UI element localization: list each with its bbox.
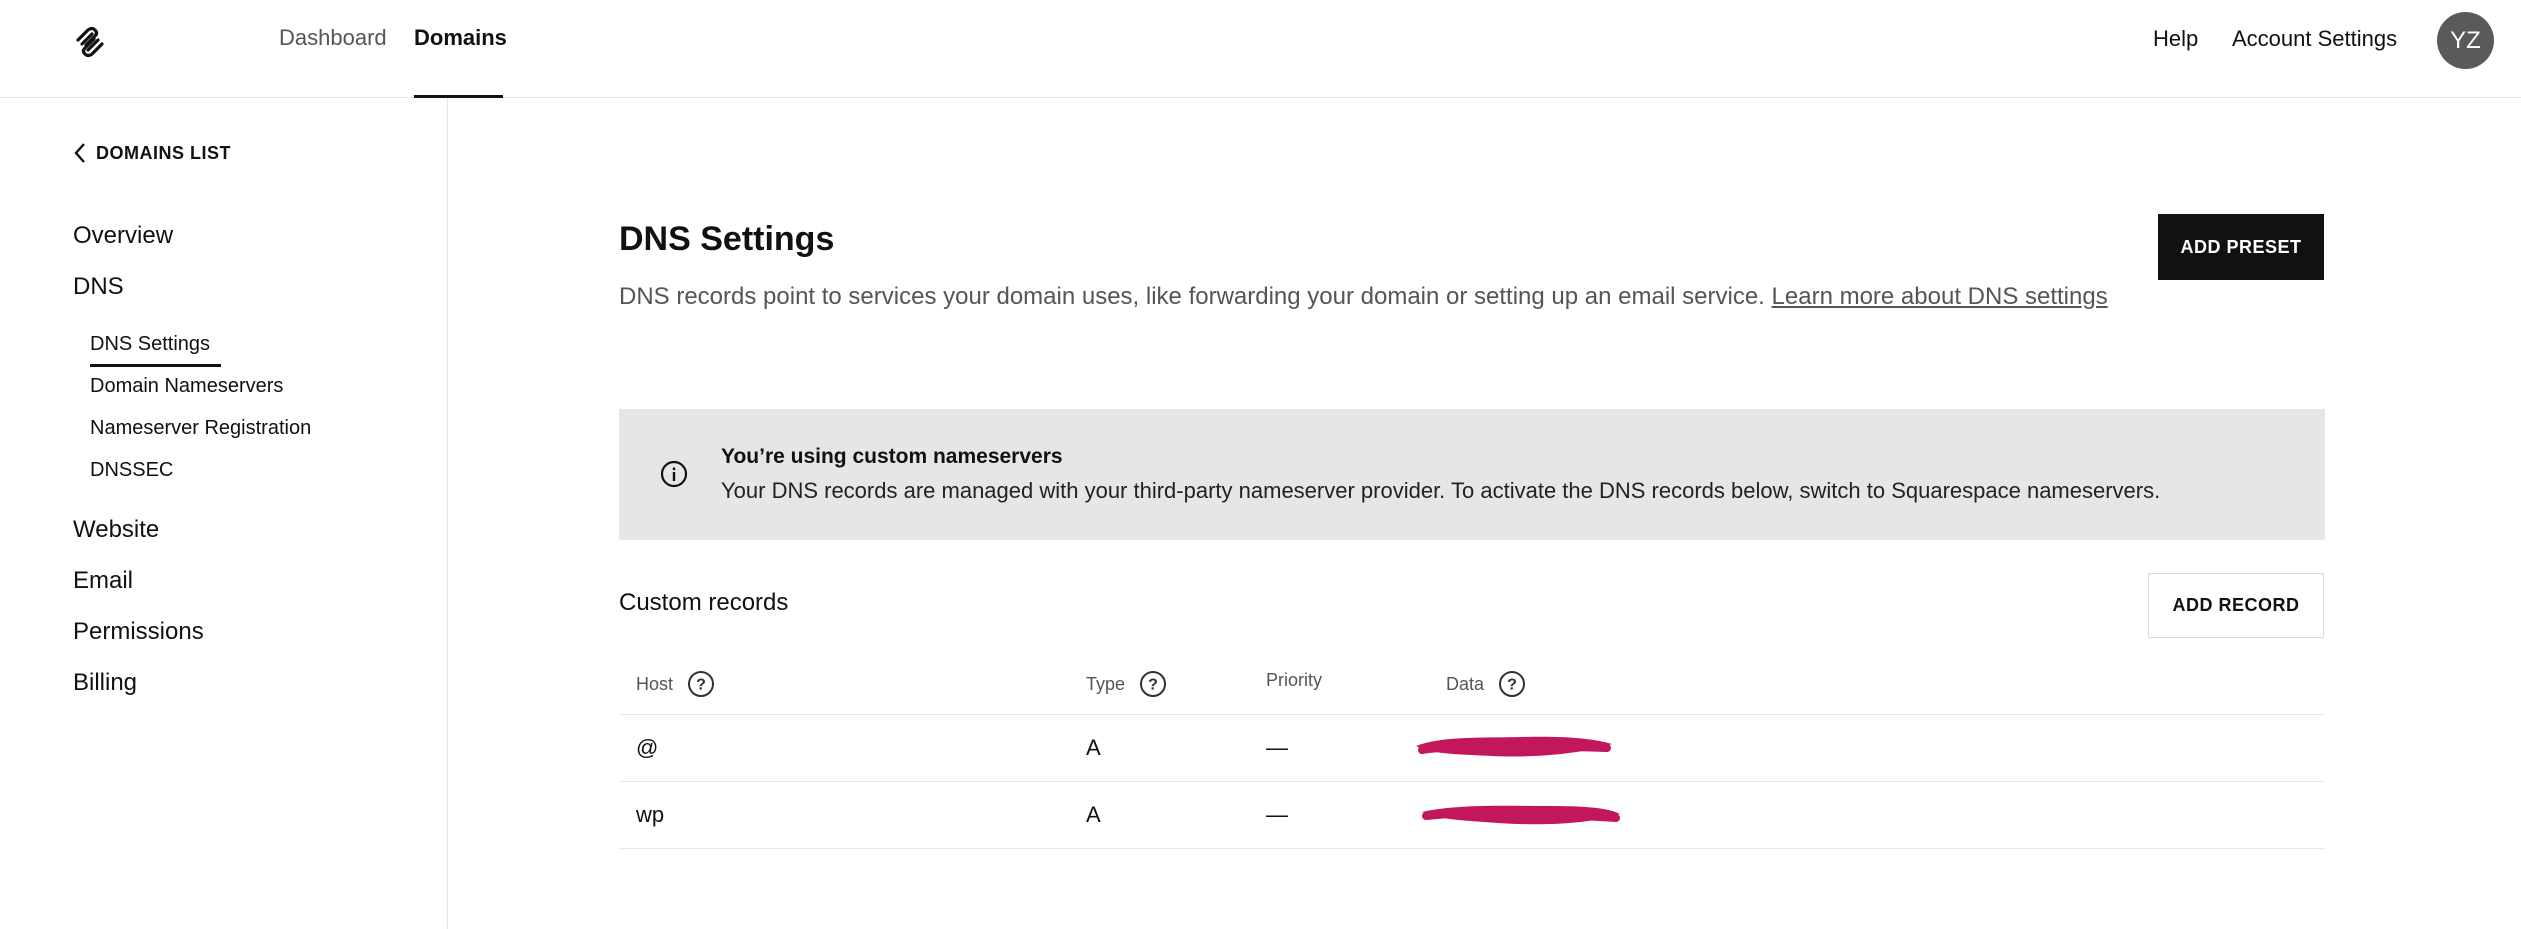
avatar[interactable]: YZ — [2437, 12, 2494, 69]
svg-text:?: ? — [696, 677, 706, 694]
top-navigation-bar: Dashboard Domains Help Account Settings … — [0, 0, 2521, 98]
custom-records-title: Custom records — [619, 589, 789, 616]
sidebar: DOMAINS LIST Overview DNS DNS Settings D… — [0, 98, 448, 929]
sidebar-subitem-domain-nameservers[interactable]: Domain Nameservers — [90, 375, 283, 398]
add-preset-button[interactable]: ADD PRESET — [2158, 214, 2324, 280]
column-header-type: Type ? — [1086, 670, 1167, 698]
sidebar-subitem-nameserver-registration[interactable]: Nameserver Registration — [90, 417, 311, 440]
row1-priority: — — [1266, 735, 1288, 760]
learn-more-link[interactable]: Learn more about DNS settings — [1772, 283, 2108, 310]
custom-nameservers-notice: You’re using custom nameservers Your DNS… — [619, 409, 2325, 540]
redacted-data-mark — [1416, 736, 1612, 757]
sidebar-item-website[interactable]: Website — [73, 516, 159, 544]
sidebar-item-overview[interactable]: Overview — [73, 222, 173, 250]
row1-type: A — [1086, 735, 1101, 760]
row2-host: wp — [636, 802, 665, 827]
sidebar-item-billing[interactable]: Billing — [73, 669, 137, 697]
active-subitem-underline — [90, 364, 221, 367]
domains-list-back-link[interactable]: DOMAINS LIST — [72, 142, 231, 164]
row2-priority: — — [1266, 802, 1288, 827]
table-divider — [619, 848, 2325, 849]
help-question-icon[interactable]: ? — [1139, 670, 1167, 698]
column-label: Host — [636, 673, 674, 694]
help-question-icon[interactable]: ? — [1498, 670, 1526, 698]
svg-text:?: ? — [1148, 677, 1158, 694]
column-label: Priority — [1266, 670, 1323, 690]
sidebar-item-dns[interactable]: DNS — [73, 273, 124, 301]
sidebar-subitem-dnssec[interactable]: DNSSEC — [90, 459, 173, 482]
squarespace-logo-icon[interactable] — [70, 22, 110, 62]
table-divider — [619, 781, 2325, 782]
column-header-data: Data ? — [1446, 670, 1526, 698]
redacted-data-mark — [1422, 805, 1620, 825]
sidebar-item-email[interactable]: Email — [73, 567, 133, 595]
column-header-host: Host ? — [636, 670, 715, 698]
page-title: DNS Settings — [619, 220, 835, 258]
back-link-label: DOMAINS LIST — [96, 142, 231, 163]
row2-type: A — [1086, 802, 1101, 827]
sidebar-subitem-dns-settings[interactable]: DNS Settings — [90, 333, 210, 356]
sidebar-item-permissions[interactable]: Permissions — [73, 618, 204, 646]
account-settings-link[interactable]: Account Settings — [2232, 26, 2397, 52]
add-record-button[interactable]: ADD RECORD — [2148, 573, 2324, 638]
description-text: DNS records point to services your domai… — [619, 283, 1765, 310]
row1-host: @ — [636, 735, 659, 760]
table-divider — [619, 714, 2325, 715]
help-link[interactable]: Help — [2153, 26, 2198, 52]
page-description: DNS records point to services your domai… — [619, 280, 2129, 313]
svg-text:?: ? — [1507, 677, 1517, 694]
column-label: Type — [1086, 673, 1126, 694]
notice-title: You’re using custom nameservers — [721, 445, 1063, 468]
nav-domains[interactable]: Domains — [414, 25, 507, 51]
notice-body: Your DNS records are managed with your t… — [721, 478, 2161, 503]
column-label: Data — [1446, 673, 1485, 694]
nav-dashboard[interactable]: Dashboard — [279, 25, 387, 51]
column-header-priority: Priority — [1266, 670, 1322, 691]
info-icon — [660, 460, 688, 488]
chevron-left-icon — [74, 143, 85, 163]
help-question-icon[interactable]: ? — [687, 670, 715, 698]
